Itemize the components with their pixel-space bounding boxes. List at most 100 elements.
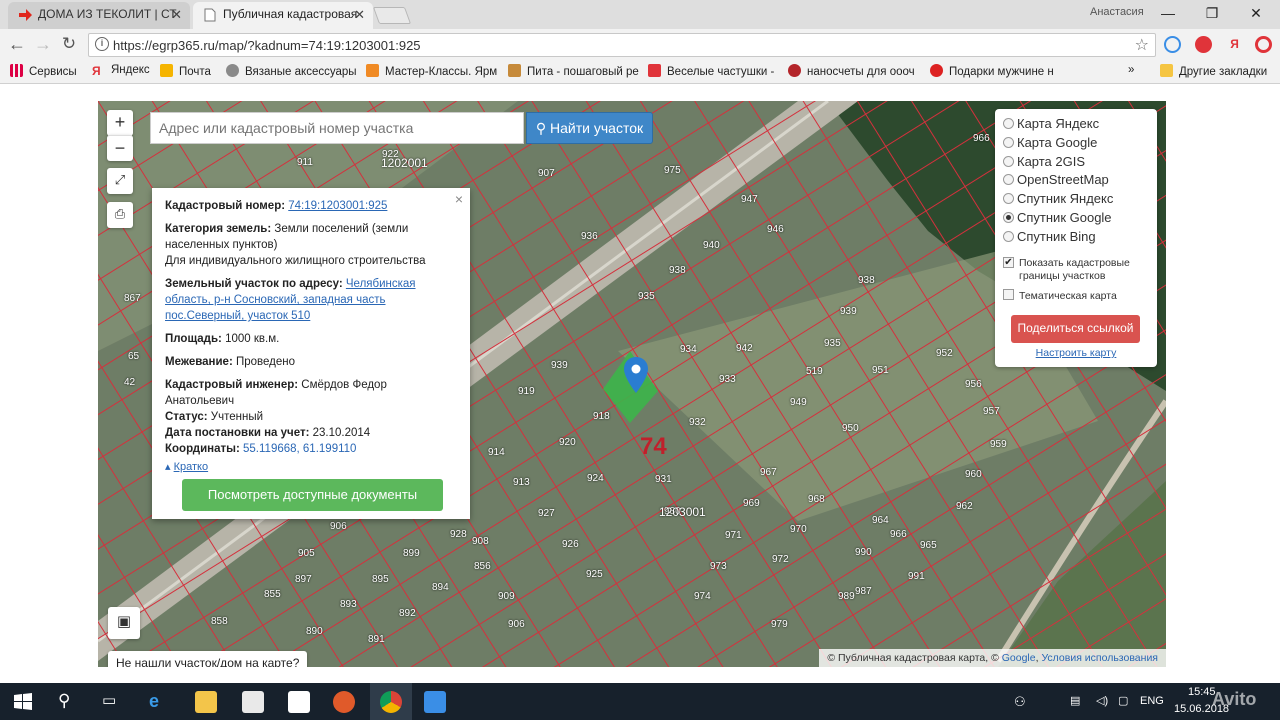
volume-icon[interactable]: ◁): [1096, 694, 1108, 707]
maximize-button[interactable]: ❐: [1190, 2, 1234, 24]
chrome-taskbar-item[interactable]: [370, 683, 412, 720]
layer-yandex-satellite[interactable]: Спутник Яндекс: [1003, 191, 1149, 210]
checkbox-icon[interactable]: [1003, 288, 1014, 300]
url-text[interactable]: https://egrp365.ru/map/?kadnum=74:19:120…: [113, 38, 421, 53]
radio-icon[interactable]: [1003, 193, 1014, 205]
edge-icon[interactable]: e: [149, 691, 171, 713]
close-window-button[interactable]: ✕: [1234, 2, 1278, 24]
zoom-out-button[interactable]: −: [107, 135, 133, 161]
close-icon[interactable]: ×: [455, 191, 463, 207]
view-documents-button[interactable]: Посмотреть доступные документы: [182, 479, 443, 511]
close-tab-icon[interactable]: ✕: [354, 2, 365, 27]
location-marker-icon[interactable]: [624, 357, 648, 393]
cadastral-number-link[interactable]: 74:19:1203001:925: [288, 200, 387, 212]
brief-link[interactable]: ▴ Кратко: [165, 459, 457, 475]
new-tab-button[interactable]: [372, 7, 412, 24]
print-icon[interactable]: ⎙: [107, 202, 133, 228]
layer-google-map[interactable]: Карта Google: [1003, 135, 1149, 154]
monitor-app-icon[interactable]: [424, 691, 446, 713]
search-input[interactable]: [150, 112, 524, 144]
cadastral-map[interactable]: 911 922 907 975 947 940 946 935 938 936 …: [98, 101, 1166, 667]
forward-icon[interactable]: →: [32, 33, 54, 55]
coords-value[interactable]: 55.119668, 61.199110: [243, 443, 356, 455]
mail-icon[interactable]: [288, 691, 310, 713]
network-icon[interactable]: ▤: [1070, 694, 1080, 707]
layer-osm[interactable]: OpenStreetMap: [1003, 172, 1149, 191]
reload-icon[interactable]: ↻: [58, 33, 80, 55]
checkbox-checked-icon[interactable]: ✔: [1003, 256, 1014, 268]
parcel-label: 956: [965, 379, 982, 390]
thematic-map-toggle[interactable]: Тематическая карта: [1003, 288, 1149, 303]
bookmark-nanoscores[interactable]: наносчеты для оооч: [788, 64, 915, 78]
close-tab-icon[interactable]: ✕: [171, 2, 182, 27]
parcel-label: 893: [340, 599, 357, 610]
radio-icon[interactable]: [1003, 230, 1014, 242]
layer-bing-satellite[interactable]: Спутник Bing: [1003, 229, 1149, 248]
explorer-icon[interactable]: [195, 691, 217, 713]
share-link-button[interactable]: Поделиться ссылкой: [1011, 315, 1140, 343]
address-bar[interactable]: i https://egrp365.ru/map/?kadnum=74:19:1…: [88, 33, 1156, 57]
people-icon[interactable]: ⚇: [1014, 694, 1026, 710]
bookmark-star-icon[interactable]: ☆: [1135, 35, 1149, 55]
opera-icon[interactable]: [1255, 36, 1272, 53]
parcel-label: 989: [838, 591, 855, 602]
area-value: 1000 кв.м.: [225, 333, 280, 345]
search-icon[interactable]: ⚲: [58, 691, 80, 713]
parcel-label: 911: [297, 157, 313, 168]
back-icon[interactable]: ←: [6, 33, 28, 55]
bookmark-songs[interactable]: Веселые частушки -: [648, 64, 774, 78]
layer-google-satellite[interactable]: Спутник Google: [1003, 210, 1149, 229]
show-borders-toggle[interactable]: ✔ Показать кадастровые границы участков: [1003, 256, 1149, 283]
bookmark-mail[interactable]: Почта: [160, 64, 211, 78]
tab-title: Публичная кадастровая: [223, 7, 358, 21]
layer-2gis-map[interactable]: Карта 2GIS: [1003, 154, 1149, 173]
parcel-label: 970: [790, 524, 807, 535]
radio-icon[interactable]: [1003, 155, 1014, 167]
parcel-label: 899: [403, 548, 420, 559]
parcel-label: 892: [399, 608, 416, 619]
measure-icon[interactable]: ▣: [108, 607, 140, 639]
bookmark-food[interactable]: Пита - пошаговый ре: [508, 64, 639, 78]
configure-map-link[interactable]: Настроить карту: [995, 347, 1157, 359]
radio-icon[interactable]: [1003, 136, 1014, 148]
bookmark-knitting[interactable]: Вязаные аксессуары: [226, 64, 357, 78]
fullscreen-icon[interactable]: ⤢: [107, 168, 133, 194]
zoom-in-button[interactable]: +: [107, 110, 133, 136]
bookmark-gifts[interactable]: Подарки мужчине н: [930, 64, 1054, 78]
store-icon[interactable]: [242, 691, 264, 713]
not-found-button[interactable]: Не нашли участок/дом на карте?: [108, 651, 308, 667]
parcel-label: 856: [474, 561, 491, 572]
language-indicator[interactable]: ENG: [1140, 695, 1164, 707]
bookmark-apps[interactable]: Сервисы: [10, 64, 77, 78]
tab-teclit[interactable]: ДОМА ИЗ ТЕКОЛИТ | СТ ✕: [8, 2, 190, 29]
minimize-button[interactable]: —: [1146, 2, 1190, 24]
radio-icon[interactable]: [1003, 174, 1014, 186]
google-link[interactable]: Google: [1002, 652, 1036, 664]
layer-yandex-map[interactable]: Карта Яндекс: [1003, 116, 1149, 135]
extension-icon[interactable]: [1164, 36, 1181, 53]
radio-selected-icon[interactable]: [1003, 211, 1014, 223]
app-icon[interactable]: [333, 691, 355, 713]
parcel-label: 895: [372, 574, 389, 585]
yandex-icon[interactable]: Я: [1226, 36, 1243, 53]
bookmark-other[interactable]: Другие закладки: [1160, 64, 1267, 78]
parcel-label: 949: [790, 397, 807, 408]
search-button[interactable]: ⚲ Найти участок: [526, 112, 653, 144]
bookmark-masterclass[interactable]: Мастер-Классы. Ярм: [366, 64, 497, 78]
notification-icon[interactable]: ▢: [1118, 694, 1128, 707]
windows-start-icon[interactable]: [12, 691, 34, 713]
parcel-label: 975: [664, 165, 681, 176]
info-icon[interactable]: i: [95, 37, 109, 51]
parcel-label: 918: [593, 411, 610, 422]
tab-cadastral[interactable]: Публичная кадастровая ✕: [193, 2, 373, 29]
area-label: Площадь:: [165, 333, 222, 345]
bookmarks-more-icon[interactable]: »: [1128, 64, 1134, 76]
radio-icon[interactable]: [1003, 118, 1014, 129]
parcel-label: 990: [855, 547, 872, 558]
task-view-icon[interactable]: ▭: [102, 691, 124, 713]
terms-link[interactable]: Условия использования: [1041, 652, 1158, 664]
bookmark-yandex[interactable]: Я Яндекс: [92, 64, 150, 78]
profile-name[interactable]: Анастасия: [1090, 6, 1144, 18]
craft-icon: [366, 64, 379, 77]
extension-red-icon[interactable]: [1195, 36, 1212, 53]
